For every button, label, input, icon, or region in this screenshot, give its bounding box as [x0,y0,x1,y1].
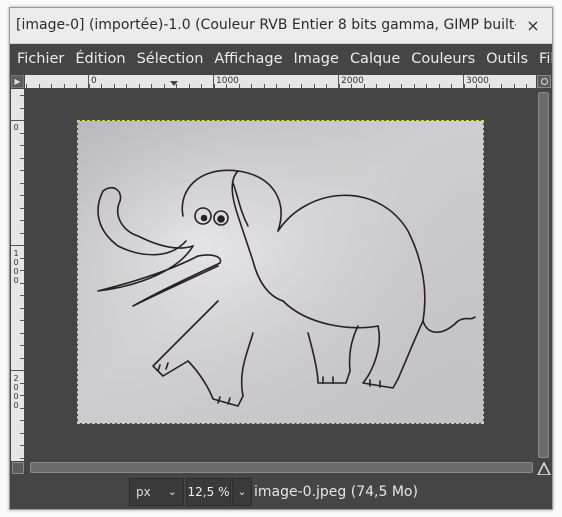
horizontal-scrollbar[interactable] [25,461,536,475]
menu-calque[interactable]: Calque [345,44,405,75]
title-bar: [image-0] (importée)-1.0 (Couleur RVB En… [10,8,552,44]
quick-mask-icon[interactable] [12,462,24,474]
menu-bar: Fichier Édition Sélection Affichage Image Cal… [10,44,552,75]
menu-outils[interactable]: Outils [481,44,533,75]
gimp-image-window: [image-0] (importée)-1.0 (Couleur RVB En… [9,7,553,510]
image-menu-arrow-icon[interactable]: ▶ [11,75,24,88]
hruler-label-0: 0 [91,76,97,86]
navigate-icon[interactable] [537,75,551,88]
vertical-scrollbar[interactable] [537,89,551,461]
menu-couleurs[interactable]: Couleurs [406,44,480,75]
elephant-drawing-photo [78,121,483,423]
horizontal-ruler[interactable]: 0 1000 2000 3000 [25,75,536,88]
menu-filtres[interactable]: Filtres [534,44,552,75]
vertical-scrollbar-thumb[interactable] [538,92,549,458]
zoom-image-icon[interactable] [536,461,552,476]
hruler-label-3000: 3000 [466,76,489,86]
menu-selection[interactable]: Sélection [132,44,209,75]
menu-edition[interactable]: Édition [70,44,130,75]
horizontal-scrollbar-thumb[interactable] [30,462,533,473]
image-canvas[interactable] [25,89,536,461]
window-title: [image-0] (importée)-1.0 (Couleur RVB En… [16,17,516,33]
zoom-triangle-icon [536,461,552,476]
menu-image[interactable]: Image [289,44,344,75]
unit-value: px [136,485,151,499]
zoom-input[interactable]: 12,5 % [186,478,231,506]
close-icon[interactable]: × [522,15,544,37]
vruler-label-1000: 1000 [13,249,19,285]
vruler-label-0: 0 [13,123,19,132]
menu-affichage[interactable]: Affichage [209,44,287,75]
layer-boundary [77,120,484,424]
horizontal-ruler-ticks [26,75,527,88]
unit-selector[interactable]: px ⌄ [129,478,184,506]
status-bar: px ⌄ 12,5 % ⌄ image-0.jpeg (74,5 Mo) [10,475,552,509]
zoom-dropdown-button[interactable]: ⌄ [232,478,252,506]
hruler-label-1000: 1000 [216,76,239,86]
chevron-down-icon: ⌄ [237,485,247,498]
menu-fichier[interactable]: Fichier [12,44,69,75]
vruler-label-2000: 2000 [13,374,19,410]
vertical-ruler[interactable]: 0 1000 2000 [11,89,24,461]
hruler-label-2000: 2000 [341,76,364,86]
image-info-text: image-0.jpeg (74,5 Mo) [254,484,418,500]
chevron-down-icon: ⌄ [167,485,177,498]
